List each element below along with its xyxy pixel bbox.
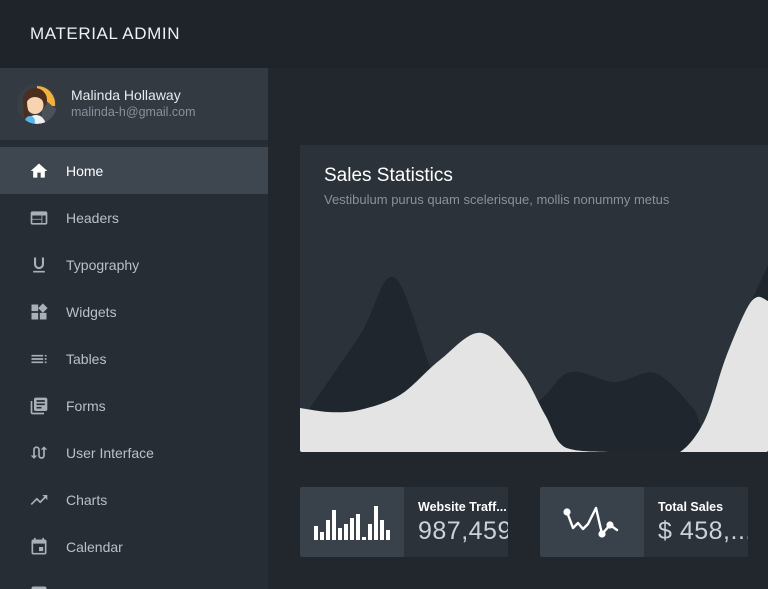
sidebar-item-label: Typography [66, 257, 139, 273]
typography-icon [29, 254, 50, 275]
sidebar-item-photo-gallery[interactable] [0, 570, 268, 589]
calendar-icon [29, 536, 50, 557]
sidebar-item-calendar[interactable]: Calendar [0, 523, 268, 570]
stat-label: Total Sales [658, 500, 744, 515]
sidebar-item-charts[interactable]: Charts [0, 476, 268, 523]
headers-icon [29, 207, 50, 228]
sidebar: Malinda Hollaway malinda-h@gmail.com Hom… [0, 68, 268, 589]
user-interface-icon [29, 442, 50, 463]
stat-icon-panel [540, 487, 644, 557]
sidebar-item-label: User Interface [66, 445, 154, 461]
sidebar-item-label: Tables [66, 351, 106, 367]
stat-card-total-sales[interactable]: Total Sales $ 458,... [540, 487, 748, 557]
line-chart-icon [559, 498, 625, 546]
sidebar-item-widgets[interactable]: Widgets [0, 288, 268, 335]
stat-value: 987,459 [418, 517, 504, 546]
user-avatar [17, 84, 57, 124]
user-email: malinda-h@gmail.com [71, 104, 196, 121]
sidebar-item-label: Forms [66, 398, 106, 414]
sidebar-item-user-interface[interactable]: User Interface [0, 429, 268, 476]
sidebar-menu: Home Headers Typography Widgets Tables Forms U… [0, 140, 268, 589]
user-profile[interactable]: Malinda Hollaway malinda-h@gmail.com [0, 68, 268, 140]
forms-icon [29, 395, 50, 416]
widgets-icon [29, 301, 50, 322]
sales-statistics-card: Sales Statistics Vestibulum purus quam s… [300, 145, 768, 452]
app-header: MATERIAL ADMIN [0, 0, 768, 68]
sidebar-item-label: Charts [66, 492, 107, 508]
tables-icon [29, 348, 50, 369]
sidebar-item-label: Calendar [66, 539, 123, 555]
user-name: Malinda Hollaway [71, 87, 196, 104]
sidebar-item-forms[interactable]: Forms [0, 382, 268, 429]
stat-card-website-traff[interactable]: Website Traff... 987,459 [300, 487, 508, 557]
stat-value: $ 458,... [658, 517, 744, 546]
sales-card-subtitle: Vestibulum purus quam scelerisque, molli… [324, 192, 744, 207]
sidebar-item-typography[interactable]: Typography [0, 241, 268, 288]
home-icon [29, 160, 50, 181]
stat-icon-panel [300, 487, 404, 557]
sidebar-item-home[interactable]: Home [0, 147, 268, 194]
avatar-illustration [17, 84, 57, 124]
bar-chart-icon [312, 500, 392, 544]
sales-area-chart [300, 210, 768, 452]
photo-gallery-icon [29, 583, 50, 589]
stat-label: Website Traff... [418, 500, 504, 515]
sidebar-item-tables[interactable]: Tables [0, 335, 268, 382]
main-content: DASHBOARD Sales Statistics Vestibulum pu… [268, 68, 768, 589]
sales-card-title: Sales Statistics [324, 165, 744, 187]
sidebar-item-label: Widgets [66, 304, 117, 320]
sidebar-item-label: Headers [66, 210, 119, 226]
sidebar-item-headers[interactable]: Headers [0, 194, 268, 241]
sidebar-item-label: Home [66, 163, 103, 179]
charts-icon [29, 489, 50, 510]
app-title: MATERIAL ADMIN [30, 24, 180, 44]
